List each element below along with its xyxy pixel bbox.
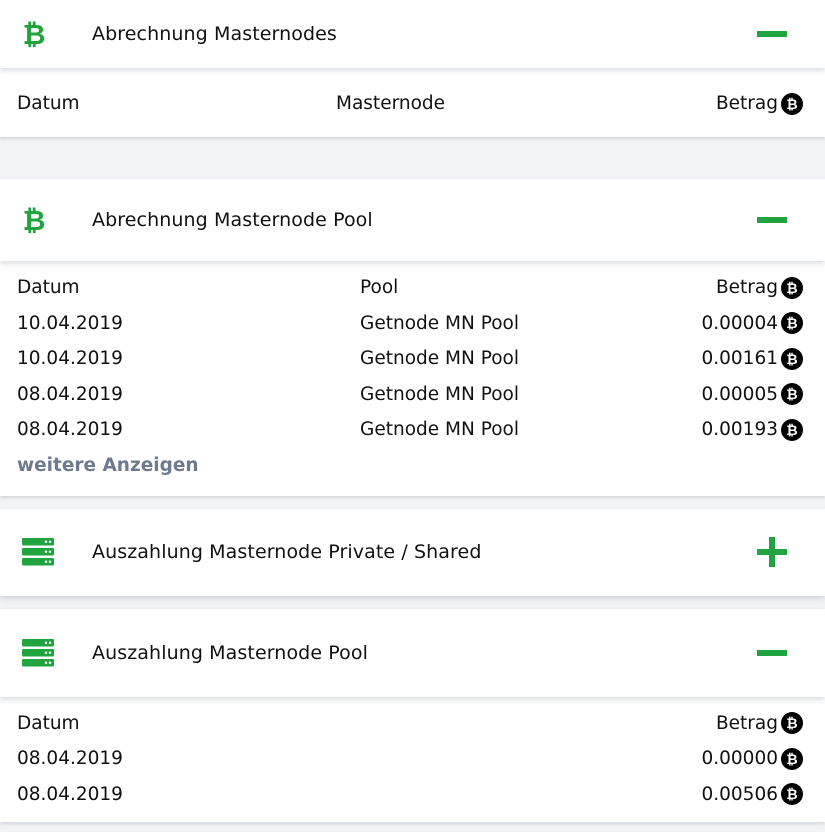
section-title: Abrechnung Masternode Pool [92, 209, 373, 231]
amount-value: 0.00506 [701, 783, 778, 805]
bitcoin-coin-icon [781, 748, 803, 770]
row-date: 08.04.2019 [17, 748, 123, 770]
table-header: Datum Pool Betrag [0, 270, 825, 306]
amount-value: 0.00193 [701, 419, 778, 441]
server-icon [22, 639, 54, 667]
bitcoin-icon [22, 19, 46, 49]
column-header-datum: Datum [17, 712, 80, 734]
column-header-pool: Pool [360, 277, 399, 299]
row-pool: Getnode MN Pool [360, 348, 519, 370]
row-pool: Getnode MN Pool [360, 419, 519, 441]
row-amount: 0.00005 [701, 383, 803, 405]
collapse-minus-icon[interactable] [757, 638, 787, 668]
table-row: 08.04.2019 Getnode MN Pool 0.00005 [0, 377, 825, 413]
collapse-minus-icon[interactable] [757, 205, 787, 235]
bitcoin-coin-icon [781, 348, 803, 370]
spacer [0, 595, 825, 609]
table-row: 10.04.2019 Getnode MN Pool 0.00161 [0, 341, 825, 377]
section-header[interactable]: Abrechnung Masternodes [0, 0, 825, 68]
expand-plus-icon[interactable] [757, 537, 787, 567]
section-title: Abrechnung Masternodes [92, 23, 337, 45]
amount-value: 0.00000 [701, 748, 778, 770]
section-header[interactable]: Auszahlung Masternode Private / Shared [0, 508, 825, 596]
bitcoin-coin-icon [781, 383, 803, 405]
column-header-betrag: Betrag [716, 277, 803, 299]
column-header-datum: Datum [17, 93, 80, 114]
column-header-masternode: Masternode [336, 93, 446, 114]
section-header[interactable]: Abrechnung Masternode Pool [0, 179, 825, 261]
row-amount: 0.00506 [701, 783, 803, 805]
row-amount: 0.00000 [701, 748, 803, 770]
server-icon [22, 538, 54, 566]
row-amount: 0.00161 [701, 348, 803, 370]
amount-value: 0.00004 [701, 312, 778, 334]
spacer [0, 495, 825, 509]
amount-value: 0.00161 [701, 348, 778, 370]
table-row: 08.04.2019 0.00000 [0, 741, 825, 777]
column-header-betrag: Betrag [716, 712, 803, 734]
column-header-datum: Datum [17, 277, 80, 299]
section-auszahlung-masternode-pool: Auszahlung Masternode Pool Datum Betrag … [0, 608, 825, 822]
row-date: 08.04.2019 [17, 383, 123, 405]
show-more-link[interactable]: weitere Anzeigen [0, 448, 825, 484]
bitcoin-icon [22, 205, 46, 235]
bitcoin-coin-icon [781, 712, 803, 734]
bitcoin-coin-icon [781, 277, 803, 299]
section-abrechnung-masternode-pool: Abrechnung Masternode Pool Datum Pool Be… [0, 179, 825, 496]
row-pool: Getnode MN Pool [360, 312, 519, 334]
amount-value: 0.00005 [701, 383, 778, 405]
bitcoin-coin-icon [781, 419, 803, 441]
column-header-betrag: Betrag [716, 93, 803, 115]
section-header[interactable]: Auszahlung Masternode Pool [0, 608, 825, 697]
betrag-label: Betrag [715, 93, 778, 114]
bitcoin-coin-icon [781, 783, 803, 805]
section-title: Auszahlung Masternode Private / Shared [92, 541, 482, 563]
spacer [0, 137, 825, 179]
bitcoin-coin-icon [781, 312, 803, 334]
table-header: Datum Masternode Betrag [0, 70, 825, 137]
row-date: 08.04.2019 [17, 783, 123, 805]
row-date: 10.04.2019 [17, 312, 123, 334]
table-row: 08.04.2019 0.00506 [0, 777, 825, 813]
table-row: 10.04.2019 Getnode MN Pool 0.00004 [0, 306, 825, 342]
section-abrechnung-masternodes: Abrechnung Masternodes Datum Masternode … [0, 0, 825, 137]
table-header: Datum Betrag [0, 706, 825, 742]
betrag-label: Betrag [715, 277, 778, 299]
row-amount: 0.00193 [701, 419, 803, 441]
row-date: 10.04.2019 [17, 348, 123, 370]
section-auszahlung-private-shared: Auszahlung Masternode Private / Shared [0, 508, 825, 596]
bitcoin-coin-icon [781, 93, 803, 115]
section-title: Auszahlung Masternode Pool [92, 641, 368, 664]
row-amount: 0.00004 [701, 312, 803, 334]
row-date: 08.04.2019 [17, 419, 123, 441]
table-row: 08.04.2019 Getnode MN Pool 0.00193 [0, 412, 825, 448]
collapse-minus-icon[interactable] [757, 19, 787, 49]
betrag-label: Betrag [715, 712, 778, 734]
row-pool: Getnode MN Pool [360, 383, 519, 405]
